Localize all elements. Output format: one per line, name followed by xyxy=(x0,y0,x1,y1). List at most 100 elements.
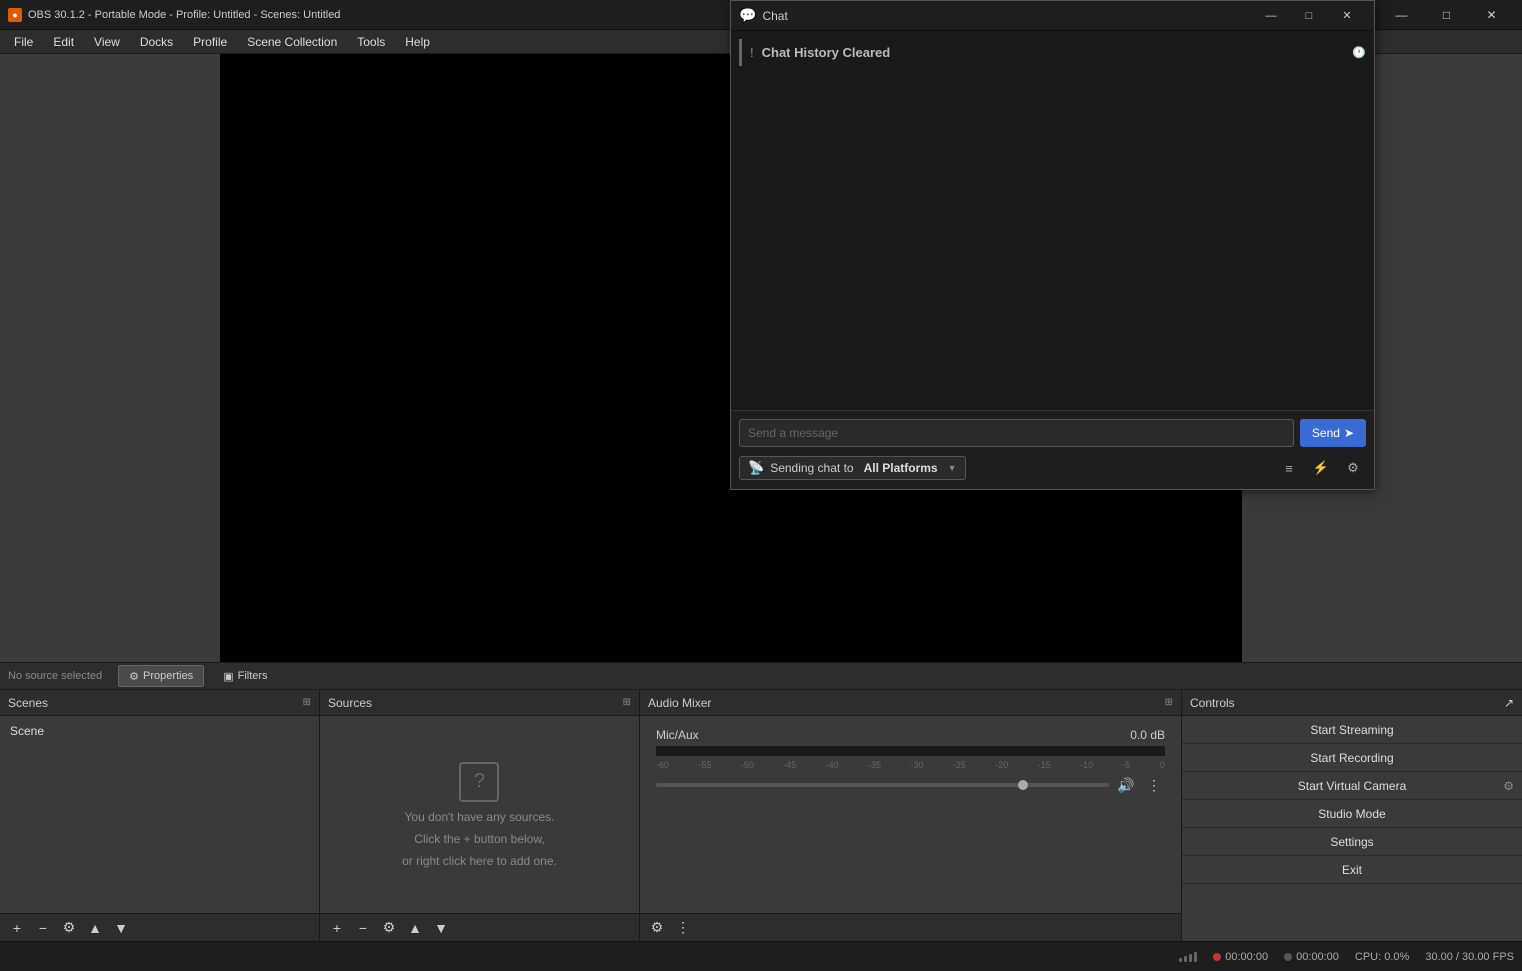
menu-help[interactable]: Help xyxy=(395,30,440,54)
audio-meter xyxy=(656,746,1165,756)
menu-profile[interactable]: Profile xyxy=(183,30,237,54)
start-streaming-button[interactable]: Start Streaming xyxy=(1182,716,1522,744)
minimize-button[interactable]: — xyxy=(1379,0,1424,30)
chat-history-cleared: ! Chat History Cleared 🕐 xyxy=(739,39,1366,66)
chat-platform-row: 📡 Sending chat to All Platforms ▼ ≡ ⚡ ⚙ xyxy=(739,455,1366,481)
properties-bar: No source selected ⚙ Properties ▣ Filter… xyxy=(0,662,1522,689)
start-recording-button[interactable]: Start Recording xyxy=(1182,744,1522,772)
chat-actions: ≡ ⚡ ⚙ xyxy=(1276,455,1366,481)
send-label: Send xyxy=(1312,426,1340,440)
chat-window: 💬 Chat — □ ✕ ! Chat History Cleared 🕐 Se… xyxy=(730,0,1375,490)
platform-icon: 📡 xyxy=(748,460,764,476)
scenes-remove-button[interactable]: − xyxy=(32,917,54,939)
chat-history-text: Chat History Cleared xyxy=(762,45,891,60)
menu-scene-collection[interactable]: Scene Collection xyxy=(237,30,347,54)
audio-collapse-icon[interactable]: ⊞ xyxy=(1165,697,1173,708)
menu-view[interactable]: View xyxy=(84,30,130,54)
tab-filters[interactable]: ▣ Filters xyxy=(212,665,278,687)
chat-message-input[interactable] xyxy=(739,419,1294,447)
sources-filter-button[interactable]: ⚙ xyxy=(378,917,400,939)
scenes-collapse-icon[interactable]: ⊞ xyxy=(303,697,311,708)
scenes-add-button[interactable]: + xyxy=(6,917,28,939)
platform-selector[interactable]: 📡 Sending chat to All Platforms ▼ xyxy=(739,456,966,480)
audio-settings-button[interactable]: ⚙ xyxy=(646,917,668,939)
sources-down-button[interactable]: ▼ xyxy=(430,917,452,939)
chat-settings-button[interactable]: ⚙ xyxy=(1340,455,1366,481)
sources-header: Sources ⊞ xyxy=(320,690,639,716)
audio-menu-bottom-button[interactable]: ⋮ xyxy=(672,917,694,939)
chat-body: ! Chat History Cleared 🕐 xyxy=(731,31,1374,410)
menu-edit[interactable]: Edit xyxy=(43,30,84,54)
chat-maximize-button[interactable]: □ xyxy=(1290,1,1328,31)
chat-input-area: Send ➤ 📡 Sending chat to All Platforms ▼… xyxy=(731,410,1374,489)
audio-track-name: Mic/Aux xyxy=(656,728,699,742)
volume-handle[interactable] xyxy=(1018,780,1028,790)
sources-remove-button[interactable]: − xyxy=(352,917,374,939)
controls-collapse-icon[interactable]: ↗ xyxy=(1504,696,1514,710)
exit-button[interactable]: Exit xyxy=(1182,856,1522,884)
app-icon: ● xyxy=(8,8,22,22)
rec-dot-icon xyxy=(1213,953,1221,961)
studio-mode-button[interactable]: Studio Mode xyxy=(1182,800,1522,828)
platform-bold: All Platforms xyxy=(864,461,938,475)
bar1 xyxy=(1179,958,1182,962)
audio-header: Audio Mixer ⊞ xyxy=(640,690,1181,716)
chat-title-bar: 💬 Chat — □ ✕ xyxy=(731,1,1374,31)
maximize-button[interactable]: □ xyxy=(1424,0,1469,30)
chat-history-time-icon: 🕐 xyxy=(1352,46,1366,59)
scenes-up-button[interactable]: ▲ xyxy=(84,917,106,939)
virtual-camera-settings-icon[interactable]: ⚙ xyxy=(1503,779,1514,793)
chat-minimize-button[interactable]: — xyxy=(1252,1,1290,31)
menu-docks[interactable]: Docks xyxy=(130,30,183,54)
audio-track-mic: Mic/Aux 0.0 dB -60-55-50-45-40-35-30-25-… xyxy=(648,722,1173,802)
scenes-header: Scenes ⊞ xyxy=(0,690,319,716)
left-sidebar xyxy=(0,54,220,662)
sources-up-button[interactable]: ▲ xyxy=(404,917,426,939)
scenes-title: Scenes xyxy=(8,696,48,710)
close-button[interactable]: ✕ xyxy=(1469,0,1514,30)
no-sources-line1: You don't have any sources. xyxy=(405,810,555,824)
status-stream: 00:00:00 xyxy=(1284,951,1339,963)
cpu-label: CPU: 0.0% xyxy=(1355,951,1409,963)
bar3 xyxy=(1189,954,1192,962)
start-virtual-camera-button[interactable]: Start Virtual Camera ⚙ xyxy=(1182,772,1522,800)
audio-mute-button[interactable]: 🔊 xyxy=(1115,774,1137,796)
no-sources-icon: ? xyxy=(459,762,499,802)
volume-slider[interactable] xyxy=(656,783,1109,787)
network-bars-icon xyxy=(1179,952,1197,962)
filters-label: Filters xyxy=(238,670,268,682)
chat-send-button[interactable]: Send ➤ xyxy=(1300,419,1366,447)
controls-body: Start Streaming Start Recording Start Vi… xyxy=(1182,716,1522,941)
properties-label: Properties xyxy=(143,670,193,682)
menu-tools[interactable]: Tools xyxy=(347,30,395,54)
audio-track-header: Mic/Aux 0.0 dB xyxy=(656,728,1165,742)
sources-collapse-icon[interactable]: ⊞ xyxy=(623,697,631,708)
menu-file[interactable]: File xyxy=(4,30,43,54)
chat-filter-button[interactable]: ⚡ xyxy=(1308,455,1334,481)
title-bar-left: ● OBS 30.1.2 - Portable Mode - Profile: … xyxy=(8,8,340,22)
audio-track-db: 0.0 dB xyxy=(1130,728,1165,742)
send-icon: ➤ xyxy=(1344,426,1354,440)
settings-button[interactable]: Settings xyxy=(1182,828,1522,856)
sources-title: Sources xyxy=(328,696,372,710)
rec-time: 00:00:00 xyxy=(1225,951,1268,963)
sources-body[interactable]: ? You don't have any sources. Click the … xyxy=(320,716,639,913)
tab-properties[interactable]: ⚙ Properties xyxy=(118,665,204,687)
start-virtual-camera-label: Start Virtual Camera xyxy=(1298,779,1407,793)
sources-add-button[interactable]: + xyxy=(326,917,348,939)
chat-input-row: Send ➤ xyxy=(739,419,1366,447)
audio-menu-button[interactable]: ⋮ xyxy=(1143,774,1165,796)
platform-text: Sending chat to xyxy=(770,461,853,475)
exit-label: Exit xyxy=(1342,863,1362,877)
status-fps: 30.00 / 30.00 FPS xyxy=(1425,951,1514,963)
window-title: OBS 30.1.2 - Portable Mode - Profile: Un… xyxy=(28,9,340,21)
chat-close-button[interactable]: ✕ xyxy=(1328,1,1366,31)
status-cpu: CPU: 0.0% xyxy=(1355,951,1409,963)
chat-history-icon: ! xyxy=(750,45,754,60)
scenes-filter-button[interactable]: ⚙ xyxy=(58,917,80,939)
bar4 xyxy=(1194,952,1197,962)
bar2 xyxy=(1184,956,1187,962)
scene-item[interactable]: Scene xyxy=(4,720,315,742)
chat-list-button[interactable]: ≡ xyxy=(1276,455,1302,481)
scenes-down-button[interactable]: ▼ xyxy=(110,917,132,939)
